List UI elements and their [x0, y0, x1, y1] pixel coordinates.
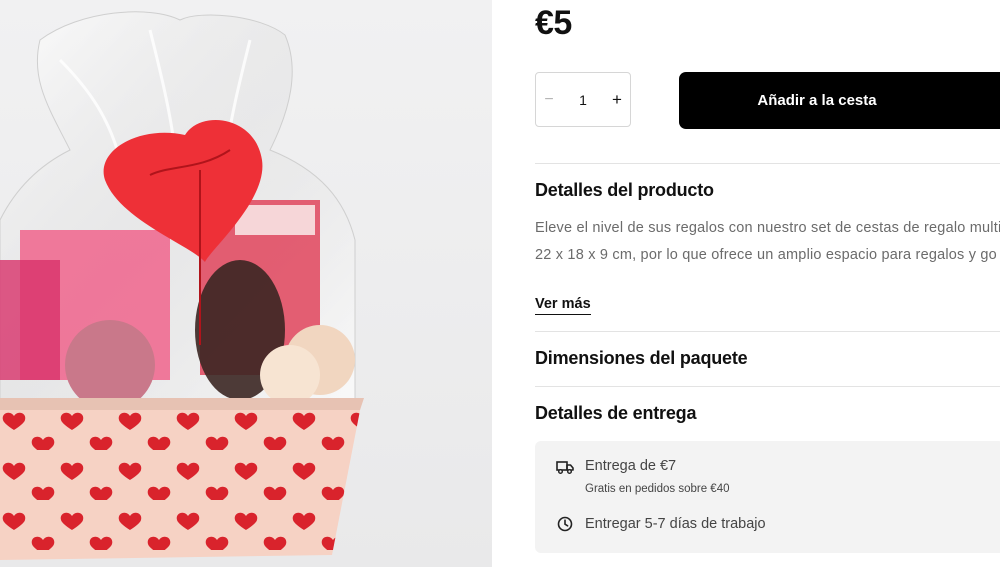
clock-icon	[556, 515, 574, 533]
delivery-time-label: Entregar 5-7 días de trabajo	[585, 516, 766, 532]
increase-quantity-button[interactable]: +	[606, 73, 628, 126]
product-description-line: Eleve el nivel de sus regalos con nuestr…	[535, 220, 1000, 236]
gift-basket-illustration	[0, 0, 492, 567]
decrease-quantity-button[interactable]: −	[538, 73, 560, 126]
shipping-cost-label: Entrega de €7	[585, 458, 677, 474]
divider	[535, 386, 1000, 387]
package-dimensions-heading[interactable]: Dimensiones del paquete	[535, 348, 748, 369]
product-price: €5	[535, 4, 572, 42]
divider	[535, 163, 1000, 164]
product-panel: €5 − 1 + Añadir a la cesta Detalles del …	[535, 0, 1000, 567]
product-description-line: 22 x 18 x 9 cm, por lo que ofrece un amp…	[535, 247, 997, 263]
divider	[535, 331, 1000, 332]
add-to-cart-button[interactable]: Añadir a la cesta	[679, 72, 1000, 129]
product-details-heading[interactable]: Detalles del producto	[535, 180, 714, 201]
read-more-link[interactable]: Ver más	[535, 296, 591, 315]
quantity-stepper[interactable]: − 1 +	[535, 72, 631, 127]
quantity-value[interactable]: 1	[579, 92, 587, 108]
free-shipping-note: Gratis en pedidos sobre €40	[585, 483, 730, 495]
product-image[interactable]	[0, 0, 492, 567]
delivery-details-heading[interactable]: Detalles de entrega	[535, 403, 696, 424]
truck-icon	[556, 458, 574, 476]
delivery-info-box: Entrega de €7 Gratis en pedidos sobre €4…	[535, 441, 1000, 553]
description-fade-overlay	[535, 272, 1000, 298]
